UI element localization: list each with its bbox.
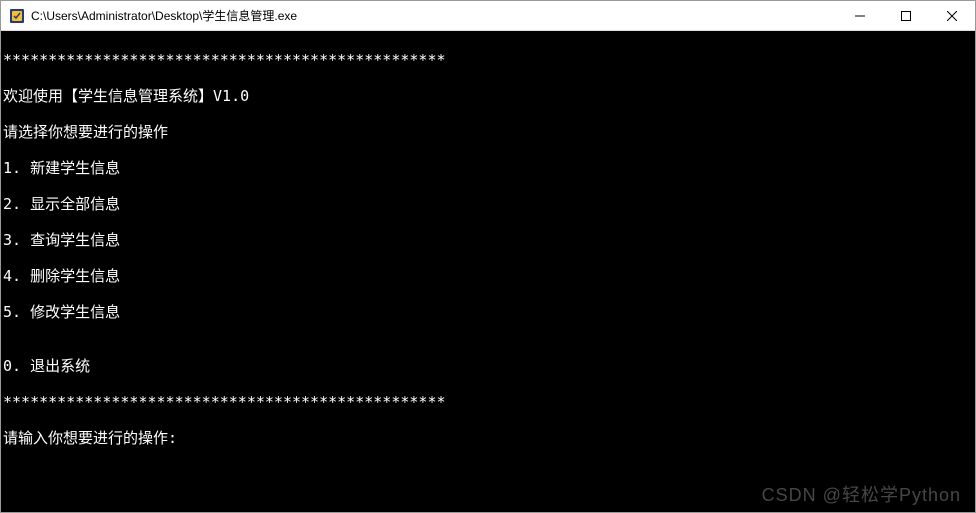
separator-line: ****************************************… xyxy=(3,51,975,69)
menu-item: 4. 删除学生信息 xyxy=(3,267,975,285)
window-titlebar: C:\Users\Administrator\Desktop\学生信息管理.ex… xyxy=(1,1,975,31)
input-prompt-line: 请输入你想要进行的操作: xyxy=(3,429,975,447)
menu-item: 2. 显示全部信息 xyxy=(3,195,975,213)
maximize-button[interactable] xyxy=(883,1,929,30)
menu-item: 3. 查询学生信息 xyxy=(3,231,975,249)
window-controls xyxy=(837,1,975,30)
console-output[interactable]: ****************************************… xyxy=(1,31,975,512)
close-button[interactable] xyxy=(929,1,975,30)
menu-item: 5. 修改学生信息 xyxy=(3,303,975,321)
prompt-select-line: 请选择你想要进行的操作 xyxy=(3,123,975,141)
exit-option-line: 0. 退出系统 xyxy=(3,357,975,375)
separator-line: ****************************************… xyxy=(3,393,975,411)
app-icon xyxy=(9,8,25,24)
minimize-button[interactable] xyxy=(837,1,883,30)
watermark-text: CSDN @轻松学Python xyxy=(762,486,961,504)
window-title: C:\Users\Administrator\Desktop\学生信息管理.ex… xyxy=(31,7,837,24)
welcome-line: 欢迎使用【学生信息管理系统】V1.0 xyxy=(3,87,975,105)
menu-item: 1. 新建学生信息 xyxy=(3,159,975,177)
